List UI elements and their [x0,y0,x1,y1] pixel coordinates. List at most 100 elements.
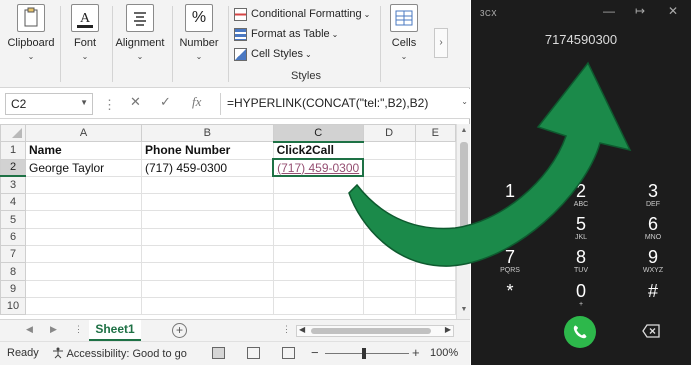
cell[interactable] [362,296,416,316]
cell[interactable] [414,245,456,264]
cell[interactable] [414,193,456,212]
cell[interactable] [272,175,364,195]
cell[interactable] [140,210,274,229]
cell[interactable] [140,279,274,298]
dialpad-key-1[interactable]: 1 [490,181,530,201]
dialpad-key-0[interactable]: 0 + [561,281,601,309]
cell[interactable] [140,296,274,316]
format-as-table-button[interactable]: Format as Table ⌄ [234,24,374,44]
row-header[interactable]: 7 [0,245,26,264]
ribbon-scroll-right-button[interactable]: › [434,28,448,58]
cell[interactable] [362,262,416,281]
cell[interactable] [25,245,142,264]
dialpad-key-6[interactable]: 6 MNO [633,214,673,242]
column-header-a[interactable]: A [25,124,142,143]
cell[interactable] [414,175,456,195]
column-header-b[interactable]: B [140,124,274,143]
cell-b1[interactable]: Phone Number [140,141,274,160]
conditional-formatting-button[interactable]: Conditional Formatting ⌄ [234,4,374,24]
dialpad-key-5[interactable]: 5 JKL [561,214,601,242]
dialpad-key-4[interactable]: 4 GHI [490,214,530,242]
minimize-icon[interactable]: — [603,4,615,18]
scroll-up-icon[interactable]: ▲ [459,127,469,137]
call-button[interactable] [564,316,596,348]
tab-split-icon[interactable]: ⋮ [282,324,291,335]
scroll-left-icon[interactable]: ◀ [299,325,305,334]
cell[interactable] [140,193,274,212]
cell[interactable] [272,210,364,229]
cell[interactable] [362,245,416,264]
vertical-scrollbar[interactable]: ▲ ▼ [456,124,470,319]
scrollbar-thumb[interactable] [311,328,431,334]
cell[interactable] [140,175,274,195]
cell[interactable] [25,210,142,229]
cell[interactable] [414,296,456,316]
cell[interactable] [25,175,142,195]
row-header[interactable]: 8 [0,262,26,281]
page-break-preview-icon[interactable] [282,347,295,359]
cell[interactable] [140,245,274,264]
scroll-right-icon[interactable]: ▶ [445,325,451,334]
insert-function-icon[interactable]: fx [192,94,201,110]
cell[interactable] [414,227,456,247]
tab-next-icon[interactable]: ▶ [50,324,57,335]
number-button[interactable]: % Number ⌄ [174,4,224,61]
row-header[interactable]: 10 [0,296,26,316]
cell[interactable] [362,175,416,195]
select-all-corner[interactable] [0,124,26,143]
cell[interactable] [362,141,416,160]
tab-prev-icon[interactable]: ◀ [26,324,33,335]
backspace-icon[interactable] [642,324,660,338]
column-header-d[interactable]: D [362,124,416,143]
cell[interactable] [272,296,364,316]
cell[interactable] [414,141,456,160]
column-header-c[interactable]: C [272,124,364,143]
zoom-slider-thumb[interactable] [362,348,366,359]
cell[interactable] [140,262,274,281]
enter-check-icon[interactable]: ✓ [160,94,171,110]
tab-sheet1[interactable]: Sheet1 [89,320,141,341]
cells-button[interactable]: Cells ⌄ [379,4,429,61]
cell[interactable] [272,227,364,247]
row-header[interactable]: 6 [0,227,26,247]
dialpad-key-8[interactable]: 8 TUV [561,247,601,275]
zoom-out-button[interactable]: − [311,345,319,360]
normal-view-icon[interactable] [212,347,225,359]
cell[interactable] [362,193,416,212]
cell[interactable] [272,279,364,298]
font-button[interactable]: A Font ⌄ [60,4,110,61]
cell[interactable] [362,227,416,247]
page-layout-view-icon[interactable] [247,347,260,359]
cell-c1[interactable]: Click2Call [272,141,364,160]
formula-input[interactable]: =HYPERLINK(CONCAT("tel:",B2),B2) [220,93,465,115]
cell-b2[interactable]: (717) 459-0300 [140,158,274,177]
dialpad-key-7[interactable]: 7 PQRS [490,247,530,275]
name-box[interactable]: C2 ▼ [5,93,93,115]
cell[interactable] [272,193,364,212]
cancel-icon[interactable]: ✕ [130,94,141,110]
cell[interactable] [362,158,416,177]
alignment-button[interactable]: Alignment ⌄ [115,4,165,61]
accessibility-status[interactable]: Accessibility: Good to go [52,347,187,360]
cell[interactable] [25,296,142,316]
clipboard-button[interactable]: Clipboard ⌄ [6,4,56,61]
cell[interactable] [414,210,456,229]
cell[interactable] [25,262,142,281]
cell[interactable] [414,279,456,298]
dialpad-key-9[interactable]: 9 WXYZ [633,247,673,275]
cell[interactable] [25,193,142,212]
pin-icon[interactable]: ↦ [635,4,645,18]
scrollbar-thumb[interactable] [460,142,468,262]
cell[interactable] [272,245,364,264]
cell[interactable] [25,227,142,247]
chevron-down-icon[interactable]: ⌄ [461,97,468,106]
column-header-e[interactable]: E [414,124,456,143]
cell[interactable] [140,227,274,247]
zoom-slider[interactable] [325,353,409,354]
dialpad-key-3[interactable]: 3 DEF [633,181,673,209]
row-header[interactable]: 1 [0,141,26,160]
click2call-link[interactable]: (717) 459-0300 [272,158,365,178]
cell[interactable] [362,279,416,298]
dialpad-key-2[interactable]: 2 ABC [561,181,601,209]
add-sheet-button[interactable]: + [172,323,187,338]
